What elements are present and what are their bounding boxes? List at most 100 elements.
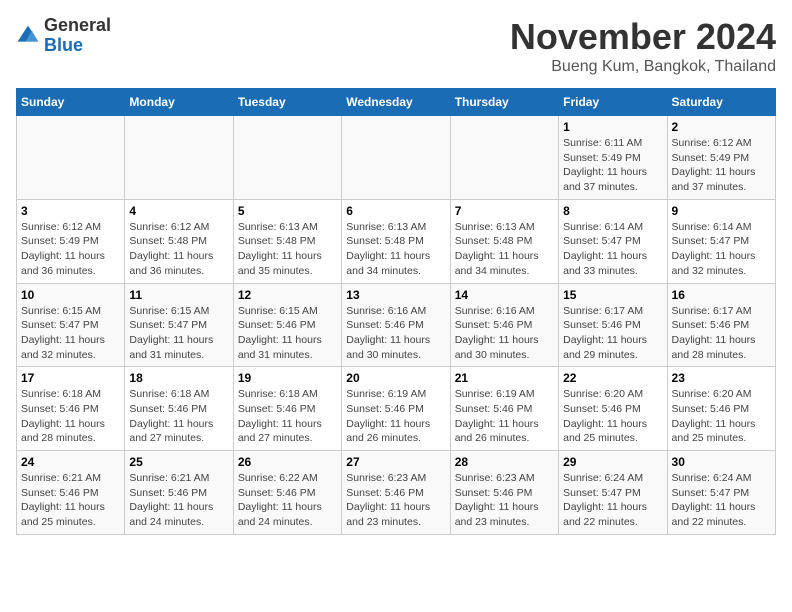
day-info: Sunrise: 6:16 AM Sunset: 5:46 PM Dayligh… [455, 304, 554, 363]
day-info: Sunrise: 6:12 AM Sunset: 5:49 PM Dayligh… [21, 220, 120, 279]
calendar-cell [342, 116, 450, 200]
weekday-header-wednesday: Wednesday [342, 89, 450, 116]
day-info: Sunrise: 6:19 AM Sunset: 5:46 PM Dayligh… [455, 387, 554, 446]
day-number: 8 [563, 204, 662, 218]
calendar-cell: 21Sunrise: 6:19 AM Sunset: 5:46 PM Dayli… [450, 367, 558, 451]
day-number: 3 [21, 204, 120, 218]
calendar-cell: 5 Sunrise: 6:13 AM Sunset: 5:48 PM Daylig… [233, 199, 341, 283]
day-info: Sunrise: 6:20 AM Sunset: 5:46 PM Dayligh… [563, 387, 662, 446]
calendar-week-3: 10 Sunrise: 6:15 AM Sunset: 5:47 PM Dayli… [17, 283, 776, 367]
day-number: 12 [238, 288, 337, 302]
day-number: 4 [129, 204, 228, 218]
calendar-cell: 9 Sunrise: 6:14 AM Sunset: 5:47 PM Daylig… [667, 199, 775, 283]
calendar-cell: 16 Sunrise: 6:17 AM Sunset: 5:46 PM Dayli… [667, 283, 775, 367]
day-info: Sunrise: 6:13 AM Sunset: 5:48 PM Dayligh… [455, 220, 554, 279]
day-info: Sunrise: 6:16 AM Sunset: 5:46 PM Dayligh… [346, 304, 445, 363]
day-info: Sunrise: 6:22 AM Sunset: 5:46 PM Dayligh… [238, 471, 337, 530]
calendar-cell: 4 Sunrise: 6:12 AM Sunset: 5:48 PM Daylig… [125, 199, 233, 283]
weekday-header-row: SundayMondayTuesdayWednesdayThursdayFrid… [17, 89, 776, 116]
calendar-cell: 18 Sunrise: 6:18 AM Sunset: 5:46 PM Dayli… [125, 367, 233, 451]
day-info: Sunrise: 6:21 AM Sunset: 5:46 PM Dayligh… [21, 471, 120, 530]
day-number: 27 [346, 455, 445, 469]
logo-blue: Blue [44, 35, 83, 55]
logo-general: General [44, 15, 111, 35]
day-number: 14 [455, 288, 554, 302]
day-info: Sunrise: 6:13 AM Sunset: 5:48 PM Dayligh… [238, 220, 337, 279]
month-title: November 2024 [510, 16, 776, 58]
calendar-cell: 23 Sunrise: 6:20 AM Sunset: 5:46 PM Dayli… [667, 367, 775, 451]
day-number: 18 [129, 371, 228, 385]
day-number: 20 [346, 371, 445, 385]
day-number: 22 [563, 371, 662, 385]
calendar-cell: 13 Sunrise: 6:16 AM Sunset: 5:46 PM Dayli… [342, 283, 450, 367]
day-number: 26 [238, 455, 337, 469]
day-number: 2 [672, 120, 771, 134]
logo-icon [16, 24, 40, 48]
calendar-cell: 27 Sunrise: 6:23 AM Sunset: 5:46 PM Dayli… [342, 451, 450, 535]
logo-text: General Blue [44, 16, 111, 56]
title-area: November 2024 Bueng Kum, Bangkok, Thaila… [510, 16, 776, 76]
weekday-header-saturday: Saturday [667, 89, 775, 116]
day-info: Sunrise: 6:18 AM Sunset: 5:46 PM Dayligh… [129, 387, 228, 446]
day-info: Sunrise: 6:12 AM Sunset: 5:48 PM Dayligh… [129, 220, 228, 279]
day-info: Sunrise: 6:15 AM Sunset: 5:47 PM Dayligh… [129, 304, 228, 363]
day-info: Sunrise: 6:14 AM Sunset: 5:47 PM Dayligh… [563, 220, 662, 279]
day-number: 15 [563, 288, 662, 302]
day-number: 13 [346, 288, 445, 302]
calendar-week-2: 3 Sunrise: 6:12 AM Sunset: 5:49 PM Daylig… [17, 199, 776, 283]
day-number: 19 [238, 371, 337, 385]
calendar-cell: 17Sunrise: 6:18 AM Sunset: 5:46 PM Dayli… [17, 367, 125, 451]
calendar-week-1: 1 Sunrise: 6:11 AM Sunset: 5:49 PM Daylig… [17, 116, 776, 200]
day-info: Sunrise: 6:23 AM Sunset: 5:46 PM Dayligh… [346, 471, 445, 530]
calendar-cell: 11 Sunrise: 6:15 AM Sunset: 5:47 PM Dayli… [125, 283, 233, 367]
day-number: 10 [21, 288, 120, 302]
day-info: Sunrise: 6:15 AM Sunset: 5:47 PM Dayligh… [21, 304, 120, 363]
subtitle: Bueng Kum, Bangkok, Thailand [510, 58, 776, 76]
day-info: Sunrise: 6:11 AM Sunset: 5:49 PM Dayligh… [563, 136, 662, 195]
calendar-cell [17, 116, 125, 200]
day-number: 9 [672, 204, 771, 218]
day-number: 1 [563, 120, 662, 134]
day-number: 29 [563, 455, 662, 469]
day-info: Sunrise: 6:13 AM Sunset: 5:48 PM Dayligh… [346, 220, 445, 279]
day-number: 16 [672, 288, 771, 302]
header: General Blue November 2024 Bueng Kum, Ba… [16, 16, 776, 76]
day-info: Sunrise: 6:12 AM Sunset: 5:49 PM Dayligh… [672, 136, 771, 195]
day-info: Sunrise: 6:24 AM Sunset: 5:47 PM Dayligh… [672, 471, 771, 530]
calendar-cell: 30 Sunrise: 6:24 AM Sunset: 5:47 PM Dayli… [667, 451, 775, 535]
calendar-cell: 15 Sunrise: 6:17 AM Sunset: 5:46 PM Dayli… [559, 283, 667, 367]
calendar-cell: 19Sunrise: 6:18 AM Sunset: 5:46 PM Dayli… [233, 367, 341, 451]
day-info: Sunrise: 6:17 AM Sunset: 5:46 PM Dayligh… [672, 304, 771, 363]
day-info: Sunrise: 6:18 AM Sunset: 5:46 PM Dayligh… [21, 387, 120, 446]
calendar-cell: 10 Sunrise: 6:15 AM Sunset: 5:47 PM Dayli… [17, 283, 125, 367]
day-number: 11 [129, 288, 228, 302]
day-info: Sunrise: 6:24 AM Sunset: 5:47 PM Dayligh… [563, 471, 662, 530]
day-number: 5 [238, 204, 337, 218]
calendar-cell: 24Sunrise: 6:21 AM Sunset: 5:46 PM Dayli… [17, 451, 125, 535]
calendar-cell: 29 Sunrise: 6:24 AM Sunset: 5:47 PM Dayli… [559, 451, 667, 535]
calendar-week-4: 17Sunrise: 6:18 AM Sunset: 5:46 PM Dayli… [17, 367, 776, 451]
day-number: 23 [672, 371, 771, 385]
calendar: SundayMondayTuesdayWednesdayThursdayFrid… [16, 88, 776, 535]
calendar-cell: 7 Sunrise: 6:13 AM Sunset: 5:48 PM Daylig… [450, 199, 558, 283]
calendar-cell: 20Sunrise: 6:19 AM Sunset: 5:46 PM Dayli… [342, 367, 450, 451]
day-info: Sunrise: 6:20 AM Sunset: 5:46 PM Dayligh… [672, 387, 771, 446]
weekday-header-tuesday: Tuesday [233, 89, 341, 116]
calendar-cell: 1 Sunrise: 6:11 AM Sunset: 5:49 PM Daylig… [559, 116, 667, 200]
logo: General Blue [16, 16, 111, 56]
calendar-cell [450, 116, 558, 200]
weekday-header-friday: Friday [559, 89, 667, 116]
day-number: 7 [455, 204, 554, 218]
day-number: 6 [346, 204, 445, 218]
calendar-cell: 14 Sunrise: 6:16 AM Sunset: 5:46 PM Dayli… [450, 283, 558, 367]
calendar-cell [233, 116, 341, 200]
day-info: Sunrise: 6:14 AM Sunset: 5:47 PM Dayligh… [672, 220, 771, 279]
calendar-cell: 6 Sunrise: 6:13 AM Sunset: 5:48 PM Daylig… [342, 199, 450, 283]
calendar-cell: 2 Sunrise: 6:12 AM Sunset: 5:49 PM Daylig… [667, 116, 775, 200]
calendar-cell: 8 Sunrise: 6:14 AM Sunset: 5:47 PM Daylig… [559, 199, 667, 283]
calendar-cell: 25Sunrise: 6:21 AM Sunset: 5:46 PM Dayli… [125, 451, 233, 535]
day-number: 30 [672, 455, 771, 469]
day-info: Sunrise: 6:17 AM Sunset: 5:46 PM Dayligh… [563, 304, 662, 363]
calendar-cell: 22 Sunrise: 6:20 AM Sunset: 5:46 PM Dayli… [559, 367, 667, 451]
day-info: Sunrise: 6:21 AM Sunset: 5:46 PM Dayligh… [129, 471, 228, 530]
